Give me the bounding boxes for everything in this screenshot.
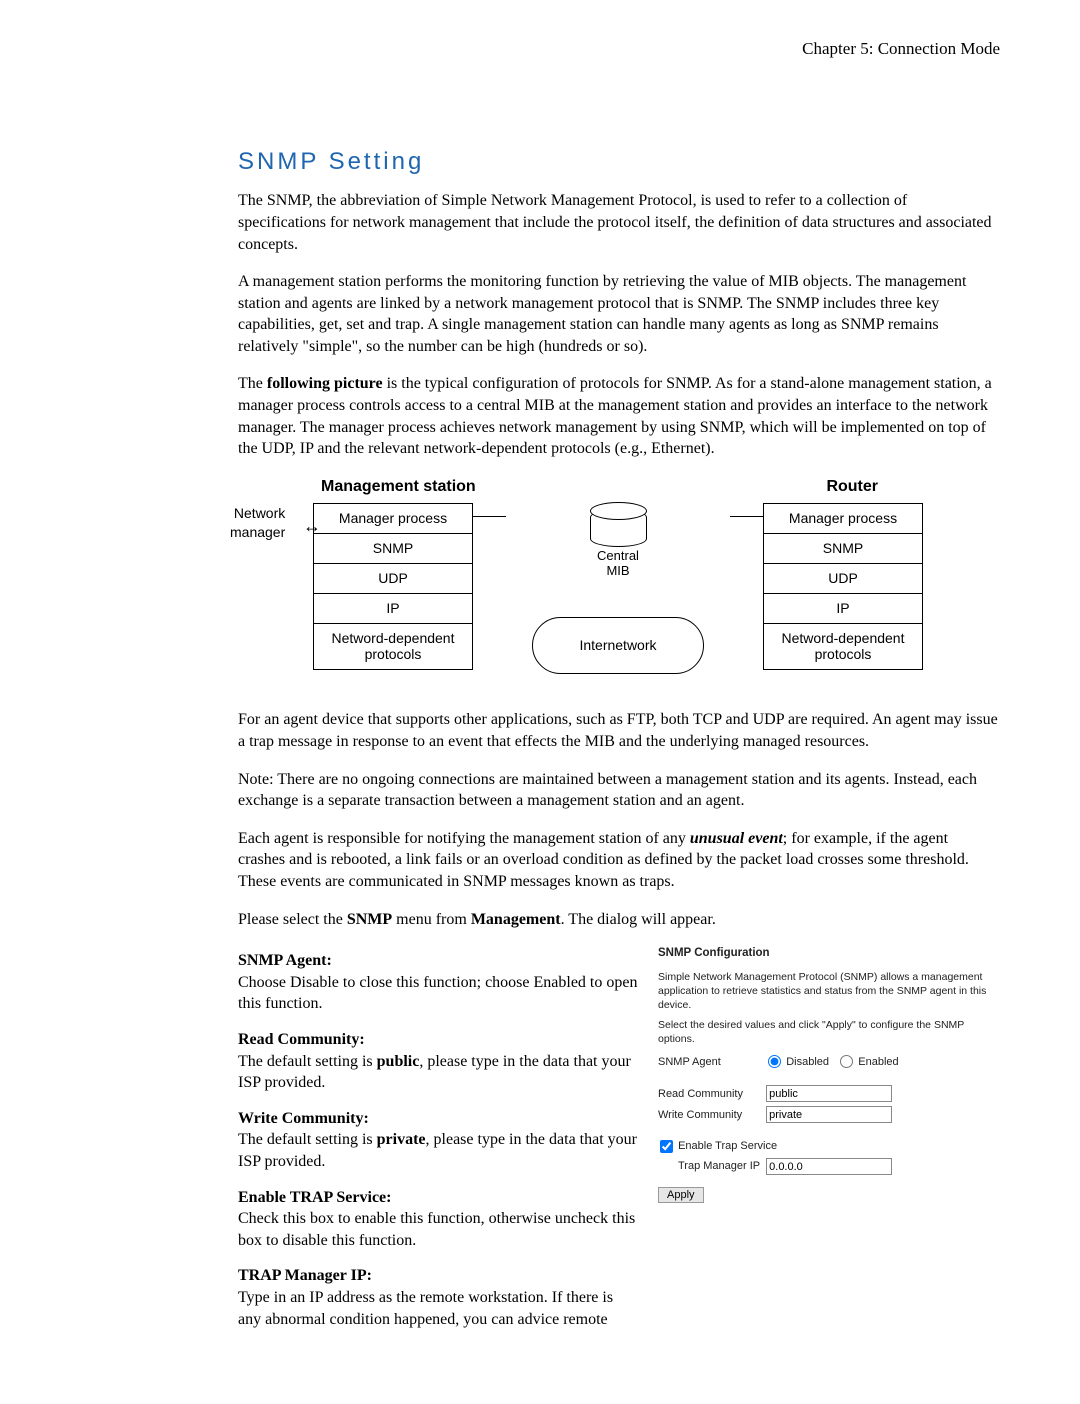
panel-description: Select the desired values and click "App… xyxy=(658,1018,998,1046)
radio-input[interactable] xyxy=(768,1055,781,1068)
field-body: Type in an IP address as the remote work… xyxy=(238,1287,638,1330)
field-body: The default setting is public, please ty… xyxy=(238,1051,638,1094)
database-icon xyxy=(590,509,647,547)
stack-layer: Netword-dependent protocols xyxy=(313,623,473,671)
text-bold: following picture xyxy=(267,375,383,392)
text: Network xyxy=(230,504,285,523)
text: . The dialog will appear. xyxy=(561,911,716,928)
field-title: Write Community: xyxy=(238,1108,638,1130)
paragraph: A management station performs the monito… xyxy=(238,271,998,357)
stack-layer: SNMP xyxy=(763,533,923,564)
page: Chapter 5: Connection Mode SNMP Setting … xyxy=(0,0,1080,1404)
radio-disabled[interactable]: Disabled xyxy=(766,1056,829,1068)
field-body: Choose Disable to close this function; c… xyxy=(238,972,638,1015)
text-bold: private xyxy=(377,1131,426,1148)
text: The xyxy=(238,375,267,392)
radio-input[interactable] xyxy=(840,1055,853,1068)
text: Central xyxy=(590,549,647,564)
read-community-input[interactable] xyxy=(766,1085,892,1102)
paragraph: Each agent is responsible for notifying … xyxy=(238,828,998,893)
text: Please select the xyxy=(238,911,347,928)
text: MIB xyxy=(590,564,647,579)
checkbox-label: Enable Trap Service xyxy=(678,1140,777,1152)
text: menu from xyxy=(392,911,471,928)
arrow-icon: ↔ xyxy=(303,514,321,538)
row-label: Trap Manager IP xyxy=(658,1156,766,1177)
management-station-stack: Manager process SNMP UDP IP Netword-depe… xyxy=(313,503,473,670)
radio-label: Enabled xyxy=(858,1056,898,1068)
panel-title: SNMP Configuration xyxy=(658,946,998,962)
snmp-config-panel-screenshot: SNMP Configuration Simple Network Manage… xyxy=(658,946,998,1203)
field-descriptions: SNMP Agent: Choose Disable to close this… xyxy=(238,946,638,1344)
stack-layer: SNMP xyxy=(313,533,473,564)
stack-layer: Netword-dependent protocols xyxy=(763,623,923,671)
text-bold: Management xyxy=(471,911,561,928)
central-mib-db: Central MIB xyxy=(590,509,647,579)
write-community-input[interactable] xyxy=(766,1106,892,1123)
stack-layer: Manager process xyxy=(313,503,473,534)
field-body: The default setting is private, please t… xyxy=(238,1129,638,1172)
row-label: Write Community xyxy=(658,1104,766,1125)
stack-layer: UDP xyxy=(763,563,923,594)
field-title: SNMP Agent: xyxy=(238,950,638,972)
text-bold: public xyxy=(377,1053,420,1070)
field-title: Enable TRAP Service: xyxy=(238,1187,638,1209)
connector-line xyxy=(473,516,506,517)
diagram-header-right: Router xyxy=(826,476,878,498)
paragraph: Note: There are no ongoing connections a… xyxy=(238,769,998,812)
stack-layer: IP xyxy=(313,593,473,624)
panel-description: Simple Network Management Protocol (SNMP… xyxy=(658,970,998,1013)
field-title: TRAP Manager IP: xyxy=(238,1265,638,1287)
text: The default setting is xyxy=(238,1131,377,1148)
row-label: SNMP Agent xyxy=(658,1053,766,1072)
paragraph: The SNMP, the abbreviation of Simple Net… xyxy=(238,190,998,255)
paragraph: For an agent device that supports other … xyxy=(238,709,998,752)
radio-enabled[interactable]: Enabled xyxy=(838,1056,898,1068)
page-header: Chapter 5: Connection Mode xyxy=(80,38,1000,61)
diagram-center: Central MIB Internetwork xyxy=(518,503,718,693)
apply-button[interactable]: Apply xyxy=(658,1187,704,1203)
stack-layer: IP xyxy=(763,593,923,624)
text-bold: SNMP xyxy=(347,911,392,928)
internetwork-cloud: Internetwork xyxy=(532,617,704,674)
row-label: Read Community xyxy=(658,1083,766,1104)
paragraph: The following picture is the typical con… xyxy=(238,373,998,459)
network-manager-label: Network manager xyxy=(230,504,285,542)
stack-layer: UDP xyxy=(313,563,473,594)
section-title: SNMP Setting xyxy=(238,146,998,178)
text: The default setting is xyxy=(238,1053,377,1070)
router-stack: Manager process SNMP UDP IP Netword-depe… xyxy=(763,503,923,670)
text: manager xyxy=(230,523,285,542)
text: Each agent is responsible for notifying … xyxy=(238,830,690,847)
field-body: Check this box to enable this function, … xyxy=(238,1208,638,1251)
enable-trap-checkbox[interactable]: Enable Trap Service xyxy=(658,1140,777,1152)
radio-label: Disabled xyxy=(786,1056,829,1068)
trap-manager-ip-input[interactable] xyxy=(766,1158,892,1175)
checkbox-input[interactable] xyxy=(660,1140,673,1153)
diagram-header-left: Management station xyxy=(321,476,476,498)
stack-layer: Manager process xyxy=(763,503,923,534)
field-title: Read Community: xyxy=(238,1029,638,1051)
paragraph: Please select the SNMP menu from Managem… xyxy=(238,909,998,931)
snmp-architecture-diagram: Network manager ↔ Management station Rou… xyxy=(238,476,998,694)
content: SNMP Setting The SNMP, the abbreviation … xyxy=(238,146,998,1344)
connector-line xyxy=(730,516,763,517)
text-bold-italic: unusual event xyxy=(690,830,783,847)
